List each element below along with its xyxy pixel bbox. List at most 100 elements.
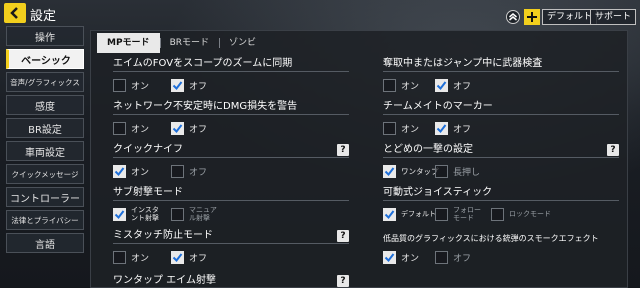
add-button[interactable] [524, 9, 540, 25]
checkbox[interactable] [383, 78, 396, 92]
sidebar-item-audio-graphics[interactable]: 音声/グラフィックス [6, 72, 84, 92]
option-on[interactable]: オン [383, 250, 419, 264]
mode-tabs: MPモード BRモード ゾンビ [97, 33, 266, 53]
tab-br-mode[interactable]: BRモード [159, 33, 219, 53]
checkbox[interactable] [383, 121, 396, 135]
checkbox-checked[interactable] [435, 78, 448, 92]
option-off[interactable]: オフ [171, 121, 207, 135]
checkbox-checked[interactable] [171, 78, 184, 92]
setting-title: ネットワーク不安定時にDMG損失を警告 [113, 101, 298, 112]
option-label: オン [401, 81, 420, 92]
sidebar-item-sensitivity[interactable]: 感度 [6, 95, 84, 115]
option-off[interactable]: オフ [435, 121, 471, 135]
option-instant-fire[interactable]: インスタント射撃 [113, 206, 159, 222]
divider [113, 200, 349, 201]
setting-bullet-smoke-effect: 低品質のグラフィックスにおける銃弾のスモークエフェクト オン オフ [383, 233, 619, 264]
option-manual-fire[interactable]: マニュアル射撃 [171, 206, 219, 222]
setting-title: クイックナイフ ? [113, 144, 349, 156]
tab-zombie[interactable]: ゾンビ [219, 33, 266, 53]
sidebar-item-quick-message[interactable]: クイックメッセージ [6, 164, 84, 184]
setting-fov-sync: エイムのFOVをスコープのズームに同期 オン オフ [113, 58, 349, 92]
back-button[interactable] [4, 3, 26, 23]
checkbox[interactable] [113, 121, 126, 135]
help-icon[interactable]: ? [337, 230, 349, 242]
option-on[interactable]: オン [113, 164, 149, 178]
checkbox[interactable] [435, 207, 448, 221]
divider [383, 71, 619, 72]
checkbox-checked[interactable] [383, 207, 396, 221]
plus-icon [527, 12, 537, 22]
setting-title-text: ミスタッチ防止モード [113, 230, 213, 241]
setting-finishing-move: とどめの一撃の設定 ? ワンタップ 長押し [383, 144, 619, 178]
option-lock-mode[interactable]: ロックモード [491, 207, 551, 221]
settings-panel: MPモード BRモード ゾンビ エイムのFOVをスコープのズームに同期 オン オ… [90, 30, 628, 288]
checkmark-icon [384, 252, 395, 262]
checkbox[interactable] [435, 250, 448, 264]
checkbox-checked[interactable] [171, 250, 184, 264]
sidebar-item-controls[interactable]: 操作 [6, 26, 84, 46]
option-off[interactable]: オフ [171, 164, 207, 178]
checkbox[interactable] [113, 250, 126, 264]
sidebar-item-legal-privacy[interactable]: 法律とプライバシー [6, 210, 84, 230]
divider [383, 200, 619, 201]
setting-title: チームメイトのマーカー [383, 101, 493, 112]
checkmark-icon [172, 252, 183, 262]
help-icon[interactable]: ? [607, 144, 619, 156]
setting-title: ワンタップ エイム射撃 ? [113, 275, 349, 287]
checkbox-checked[interactable] [383, 164, 396, 178]
checkmark-icon [114, 166, 125, 176]
setting-title: とどめの一撃の設定 ? [383, 144, 619, 156]
sidebar-item-controller[interactable]: コントローラー [6, 187, 84, 207]
option-label: オフ [189, 253, 208, 264]
option-on[interactable]: オン [113, 121, 149, 135]
back-arrow-icon [10, 7, 18, 19]
option-one-tap[interactable]: ワンタップ [383, 164, 439, 178]
collapse-button[interactable] [505, 9, 521, 25]
option-on[interactable]: オン [383, 78, 419, 92]
option-on[interactable]: オン [383, 121, 419, 135]
sidebar-item-language[interactable]: 言語 [6, 233, 84, 253]
checkbox[interactable] [171, 164, 184, 178]
checkbox[interactable] [113, 78, 126, 92]
setting-network-warning: ネットワーク不安定時にDMG損失を警告 オン オフ [113, 101, 349, 135]
setting-title: 可動式ジョイスティック [383, 187, 493, 198]
sidebar-item-basic[interactable]: ベーシック [6, 49, 84, 69]
checkbox-checked[interactable] [113, 207, 126, 221]
option-on[interactable]: オン [113, 78, 149, 92]
checkbox-checked[interactable] [171, 121, 184, 135]
help-icon[interactable]: ? [337, 275, 349, 287]
option-label: インスタント射撃 [131, 206, 159, 222]
tab-mp-mode[interactable]: MPモード [97, 33, 160, 53]
help-icon[interactable]: ? [337, 144, 349, 156]
checkbox-checked[interactable] [113, 164, 126, 178]
checkbox[interactable] [435, 164, 448, 178]
option-default[interactable]: デフォルト [383, 207, 436, 221]
checkbox-checked[interactable] [383, 250, 396, 264]
setting-movable-joystick: 可動式ジョイスティック デフォルト フォローモード ロックモード [383, 187, 619, 222]
checkbox[interactable] [171, 207, 184, 221]
option-off[interactable]: オフ [435, 78, 471, 92]
sidebar-item-br-settings[interactable]: BR設定 [6, 118, 84, 138]
option-on[interactable]: オン [113, 250, 149, 264]
option-follow-mode[interactable]: フォローモード [435, 206, 487, 222]
option-label: オン [131, 81, 150, 92]
option-off[interactable]: オフ [435, 250, 471, 264]
double-chevron-up-icon [506, 10, 520, 24]
checkbox[interactable] [491, 207, 504, 221]
option-label: デフォルト [401, 210, 436, 218]
option-label: フォローモード [453, 206, 481, 222]
support-button[interactable]: サポート [590, 9, 637, 25]
option-off[interactable]: オフ [171, 250, 207, 264]
checkmark-icon [172, 80, 183, 90]
setting-title: サブ射撃モード [113, 187, 183, 198]
setting-title: ミスタッチ防止モード ? [113, 230, 349, 242]
option-label: オフ [189, 124, 208, 135]
option-off[interactable]: オフ [171, 78, 207, 92]
sidebar-item-vehicle-settings[interactable]: 車両設定 [6, 141, 84, 161]
option-long-press[interactable]: 長押し [435, 164, 480, 178]
checkbox-checked[interactable] [435, 121, 448, 135]
option-label: オン [131, 253, 150, 264]
setting-teammate-marker: チームメイトのマーカー オン オフ [383, 101, 619, 135]
divider [113, 71, 349, 72]
default-button[interactable]: デフォルト [542, 9, 598, 25]
